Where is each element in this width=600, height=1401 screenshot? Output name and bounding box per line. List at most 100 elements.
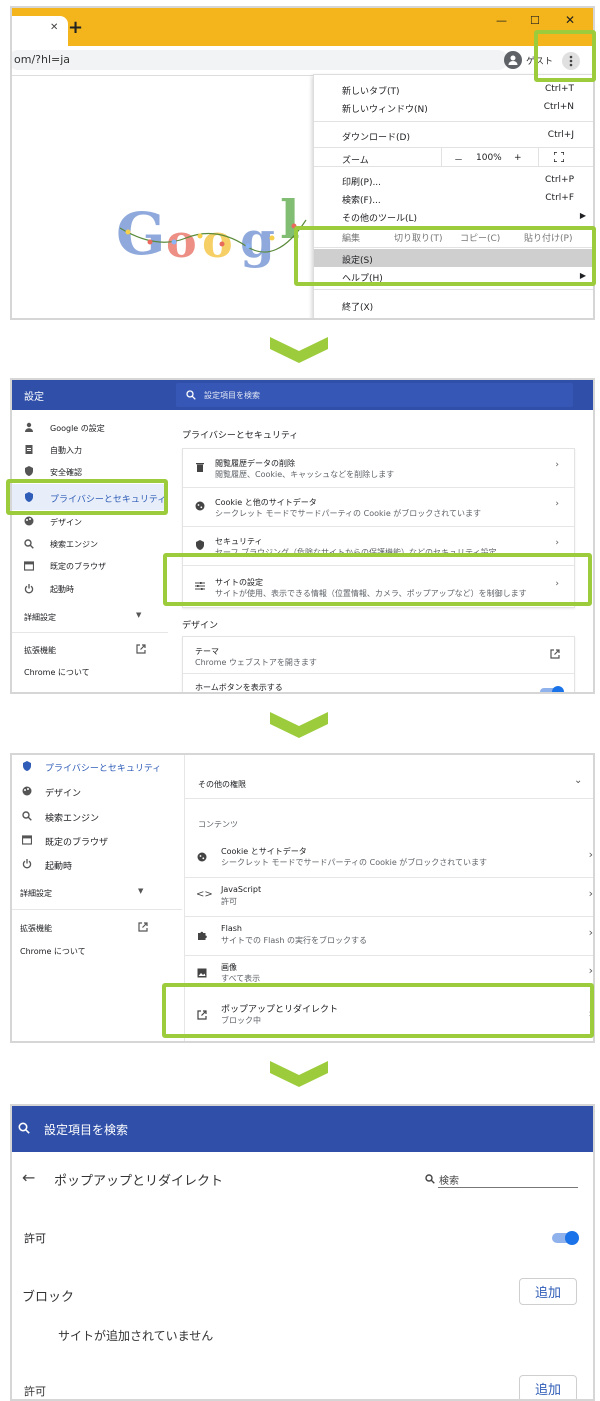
- allow-toggle[interactable]: [552, 1231, 579, 1245]
- browser-tab[interactable]: ✕: [12, 16, 68, 46]
- sidebar-item-search-engine[interactable]: 検索エンジン: [50, 539, 98, 550]
- address-text[interactable]: om/?hl=ja: [14, 53, 70, 66]
- sidebar-item-search-engine[interactable]: 検索エンジン: [45, 811, 99, 824]
- cookie-icon: [197, 852, 207, 862]
- menu-separator: [314, 289, 593, 290]
- search-icon: [186, 390, 196, 400]
- shortcut-new-tab: Ctrl+T: [544, 84, 574, 94]
- browser-window-icon: [24, 561, 34, 571]
- chevron-down-icon[interactable]: ▼: [138, 887, 143, 895]
- settings-privacy-panel: 設定 設定項目を検索 Google の設定 自動入力 安全確認 プライバシーとセ…: [10, 378, 595, 694]
- menu-item-find[interactable]: 検索(F)...: [342, 193, 381, 206]
- other-permissions[interactable]: その他の権限: [198, 779, 246, 790]
- row-subtitle: 許可: [221, 897, 237, 906]
- zoom-divider: [538, 147, 539, 166]
- sidebar-item-about[interactable]: Chrome について: [20, 946, 86, 957]
- shortcut-print: Ctrl+P: [545, 175, 574, 185]
- sidebar-item-default-browser[interactable]: 既定のブラウザ: [50, 561, 106, 572]
- row-javascript[interactable]: <> JavaScript 許可 ›: [185, 878, 593, 916]
- sidebar-item-safety[interactable]: 安全確認: [50, 467, 82, 478]
- close-tab-icon[interactable]: ✕: [50, 22, 58, 33]
- zoom-out-button[interactable]: －: [454, 153, 463, 166]
- section-title-design: デザイン: [182, 621, 219, 631]
- sidebar-item-privacy[interactable]: プライバシーとセキュリティ: [45, 761, 161, 774]
- menu-item-more-tools[interactable]: その他のツール(L): [342, 211, 417, 224]
- highlight-site-settings: [163, 553, 592, 606]
- menu-item-new-window[interactable]: 新しいウィンドウ(N): [342, 102, 428, 115]
- maximize-icon[interactable]: ☐: [530, 14, 540, 27]
- chevron-down-icon[interactable]: ⌄: [574, 775, 582, 786]
- person-icon: [24, 422, 34, 432]
- chevron-right-icon: ›: [555, 499, 559, 509]
- block-section-title: ブロック: [22, 1290, 75, 1305]
- chevron-right-icon: ›: [588, 887, 593, 900]
- row-theme[interactable]: テーマ Chrome ウェブストアを開きます: [183, 637, 574, 673]
- minimize-icon[interactable]: —: [496, 14, 507, 27]
- shield-icon: [22, 761, 32, 771]
- sidebar-item-extensions[interactable]: 拡張機能: [24, 645, 56, 656]
- sidebar-separator: [12, 909, 182, 910]
- chevron-right-icon: ›: [555, 538, 559, 548]
- menu-separator: [314, 121, 593, 122]
- profile-icon[interactable]: [504, 51, 522, 69]
- open-external-icon[interactable]: [136, 644, 146, 654]
- chevron-right-icon: ›: [555, 460, 559, 470]
- trash-icon: [195, 462, 205, 472]
- shortcut-find: Ctrl+F: [545, 193, 574, 203]
- sidebar-item-about[interactable]: Chrome について: [24, 667, 90, 678]
- menu-item-print[interactable]: 印刷(P)...: [342, 175, 381, 188]
- row-clear-browsing-data[interactable]: 閲覧履歴データの削除 閲覧履歴、Cookie、キャッシュなどを削除します ›: [183, 449, 574, 487]
- doodle-lights: [119, 219, 307, 253]
- back-arrow-icon[interactable]: ←: [22, 1168, 35, 1187]
- sidebar-item-google[interactable]: Google の設定: [50, 423, 105, 434]
- sidebar-item-design[interactable]: デザイン: [50, 517, 82, 528]
- allow-section-title: 許可: [24, 1385, 46, 1398]
- block-add-button[interactable]: 追加: [519, 1278, 577, 1305]
- google-doodle[interactable]: G o o g l: [116, 190, 316, 276]
- row-images[interactable]: 画像 すべて表示 ›: [185, 956, 593, 984]
- design-card: テーマ Chrome ウェブストアを開きます ホームボタンを表示する: [182, 636, 575, 692]
- sidebar-item-advanced[interactable]: 詳細設定: [24, 612, 56, 623]
- tab-strip: ✕ + — ☐ ✕: [12, 8, 593, 46]
- site-search-label: 検索: [439, 1176, 459, 1187]
- search-icon: [22, 811, 32, 821]
- sidebar-item-autofill[interactable]: 自動入力: [50, 445, 82, 456]
- menu-separator: [314, 147, 593, 148]
- address-bar[interactable]: om/?hl=ja: [12, 50, 508, 70]
- row-cookies[interactable]: Cookie とサイトデータ シークレット モードでサードパーティの Cooki…: [185, 839, 593, 877]
- power-icon: [24, 584, 34, 594]
- row-flash[interactable]: Flash サイトでの Flash の実行をブロックする ›: [185, 917, 593, 955]
- chevron-down-icon[interactable]: ▼: [136, 611, 141, 619]
- menu-item-downloads[interactable]: ダウンロード(D): [342, 130, 410, 143]
- cookie-icon: [195, 501, 205, 511]
- palette-icon: [24, 516, 34, 526]
- row-cookies[interactable]: Cookie と他のサイトデータ シークレット モードでサードパーティの Coo…: [183, 488, 574, 526]
- menu-item-new-tab[interactable]: 新しいタブ(T): [342, 84, 400, 97]
- settings-search-header[interactable]: 設定項目を検索: [12, 1106, 593, 1152]
- row-title: 画像: [221, 963, 237, 972]
- open-external-icon[interactable]: [138, 922, 148, 932]
- sidebar-item-startup[interactable]: 起動時: [45, 859, 72, 872]
- home-button-toggle[interactable]: [540, 686, 564, 692]
- sidebar-item-design[interactable]: デザイン: [45, 786, 81, 799]
- zoom-divider: [441, 147, 442, 166]
- row-title: Cookie と他のサイトデータ: [215, 498, 317, 507]
- menu-item-zoom: ズーム: [342, 156, 369, 166]
- code-icon: <>: [196, 889, 213, 900]
- row-separator: [183, 673, 574, 674]
- zoom-in-button[interactable]: +: [514, 153, 522, 163]
- new-tab-button[interactable]: +: [68, 17, 83, 38]
- allow-add-button[interactable]: 追加: [519, 1375, 577, 1399]
- sidebar-item-default-browser[interactable]: 既定のブラウザ: [45, 835, 108, 848]
- row-subtitle: 閲覧履歴、Cookie、キャッシュなどを削除します: [215, 470, 395, 479]
- sidebar-item-startup[interactable]: 起動時: [50, 584, 74, 595]
- submenu-arrow-icon: ▶: [579, 211, 586, 220]
- sidebar-item-advanced[interactable]: 詳細設定: [20, 888, 52, 899]
- fullscreen-icon[interactable]: [554, 152, 564, 162]
- sidebar-item-extensions[interactable]: 拡張機能: [20, 923, 52, 934]
- site-search-input[interactable]: 検索: [438, 1170, 578, 1188]
- settings-search-bar[interactable]: 設定項目を検索: [176, 383, 573, 407]
- menu-item-exit[interactable]: 終了(X): [342, 300, 373, 313]
- page-title: ポップアップとリダイレクト: [54, 1174, 224, 1189]
- close-window-icon[interactable]: ✕: [565, 13, 575, 27]
